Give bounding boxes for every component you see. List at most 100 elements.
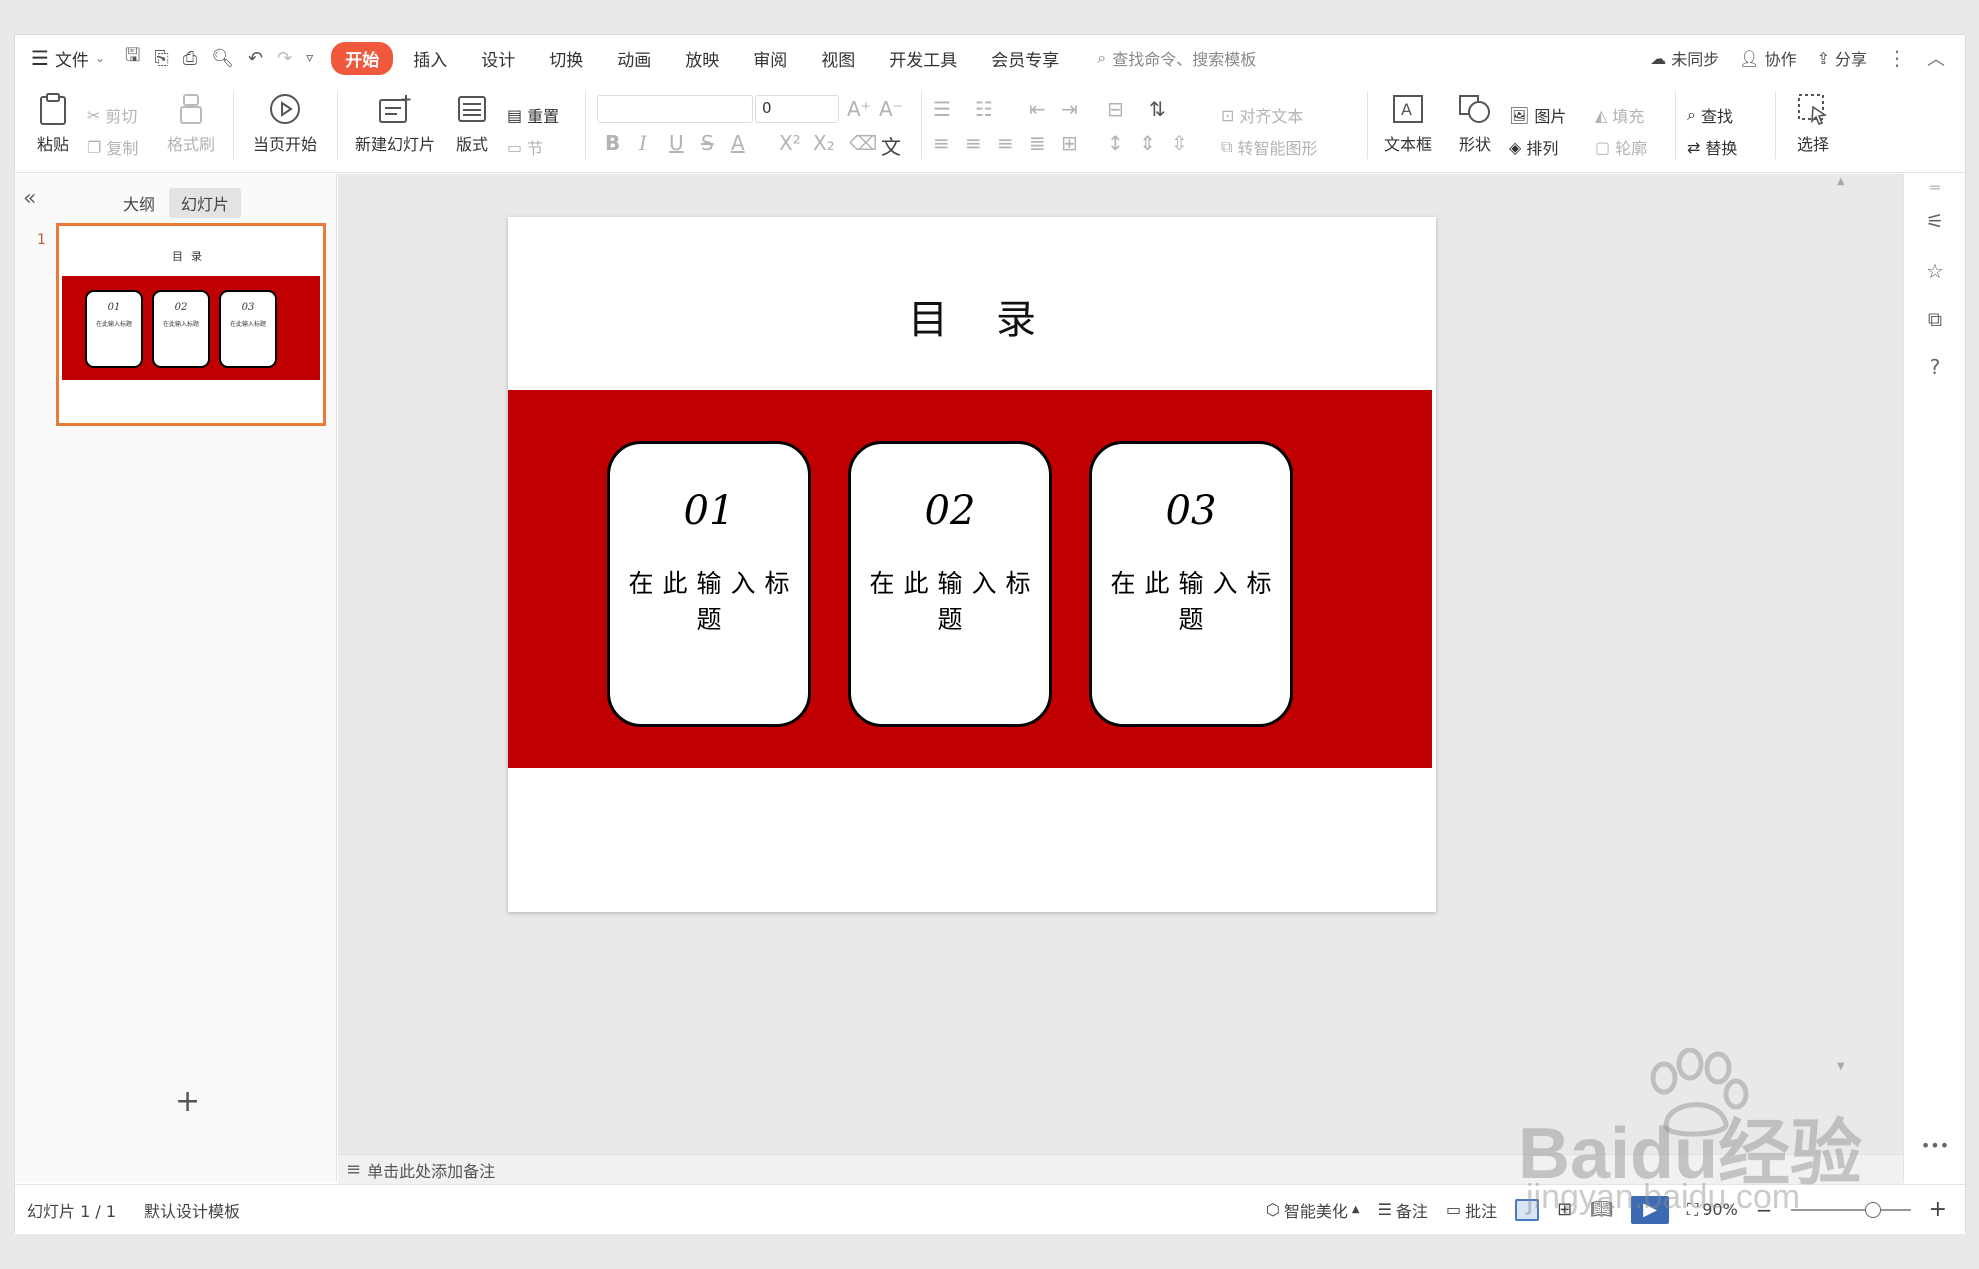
help-icon[interactable]: ? bbox=[1922, 354, 1948, 380]
copy-button[interactable]: ❐ 复制 bbox=[87, 135, 138, 159]
save-icon[interactable]: 🖫 bbox=[125, 43, 140, 73]
outline-button[interactable]: ▢ 轮廓 bbox=[1595, 135, 1647, 159]
cut-button[interactable]: ✂ 剪切 bbox=[87, 103, 137, 127]
notes-toggle-label: 备注 bbox=[1395, 1201, 1428, 1221]
tab-design[interactable]: 设计 bbox=[467, 42, 529, 75]
paragraph-spacing-icon[interactable]: ⇕ bbox=[1139, 131, 1156, 155]
more-vertical-icon[interactable]: ⋮ bbox=[1887, 46, 1907, 70]
align-text-button[interactable]: ⊡ 对齐文本 bbox=[1221, 103, 1303, 127]
tab-transitions[interactable]: 切换 bbox=[535, 42, 597, 75]
svg-text:A: A bbox=[1401, 100, 1412, 119]
star-icon[interactable]: ☆ bbox=[1922, 258, 1948, 284]
tab-slideshow[interactable]: 放映 bbox=[671, 42, 733, 75]
toc-card-3[interactable]: 03 在此输入标题 bbox=[1089, 441, 1293, 727]
print-icon[interactable]: ⎙ bbox=[183, 48, 197, 69]
print-preview-icon[interactable]: 🔍︎ bbox=[211, 48, 234, 69]
toc-card-1[interactable]: 01 在此输入标题 bbox=[607, 441, 811, 727]
notes-toggle-button[interactable]: ☰ 备注 bbox=[1378, 1198, 1428, 1222]
layout-button[interactable]: 版式 bbox=[447, 81, 497, 167]
font-family-select[interactable] bbox=[597, 95, 753, 123]
slide[interactable]: 目录 01 在此输入标题 02 在此输入标题 03 在此输入标题 bbox=[508, 217, 1436, 912]
textbox-button[interactable]: A 文本框 bbox=[1377, 81, 1439, 167]
sync-button[interactable]: ☁ 未同步 bbox=[1650, 46, 1719, 70]
transition-icon[interactable]: ⧉ bbox=[1922, 306, 1948, 332]
align-right-icon[interactable]: ≡ bbox=[997, 131, 1014, 155]
right-task-pane-bar: ═ ⚟ ☆ ⧉ ? ••• bbox=[1903, 174, 1965, 1182]
column-spacing-icon[interactable]: ⇳ bbox=[1171, 131, 1188, 155]
customize-toolbar-icon[interactable]: ▿ bbox=[306, 50, 313, 66]
phonetic-guide-icon[interactable]: 文 bbox=[881, 131, 901, 160]
font-size-select[interactable]: 0 bbox=[755, 95, 839, 123]
paste-button[interactable]: 粘贴 bbox=[27, 81, 79, 167]
file-menu[interactable]: ☰ 文件 ⌄ bbox=[15, 46, 115, 71]
sort-icon[interactable]: ⇅ bbox=[1149, 97, 1166, 121]
section-button[interactable]: ▭ 节 bbox=[507, 135, 543, 159]
tab-animations[interactable]: 动画 bbox=[603, 42, 665, 75]
smartart-button[interactable]: ⧉ 转智能图形 bbox=[1221, 135, 1317, 159]
increase-font-icon[interactable]: A⁺ bbox=[847, 97, 871, 121]
numbered-list-icon[interactable]: ☷ bbox=[975, 97, 993, 121]
ribbon-separator bbox=[337, 91, 338, 159]
clear-format-icon[interactable]: ⌫ bbox=[849, 131, 877, 155]
tab-home[interactable]: 开始 bbox=[331, 41, 394, 75]
arrange-button[interactable]: ◈ 排列 bbox=[1509, 135, 1558, 159]
select-button[interactable]: 选择 bbox=[1785, 81, 1841, 167]
select-label: 选择 bbox=[1796, 135, 1829, 154]
format-painter-button[interactable]: 格式刷 bbox=[161, 81, 221, 167]
toc-card-2[interactable]: 02 在此输入标题 bbox=[848, 441, 1052, 727]
smart-beautify-button[interactable]: ⬡ 智能美化 ▲ bbox=[1266, 1198, 1360, 1222]
slide-thumbnail[interactable]: 目录 01 在此输入标题 02 在此输入标题 03 在此输入标题 bbox=[56, 223, 326, 426]
comment-button[interactable]: ▭ 批注 bbox=[1446, 1198, 1497, 1222]
export-pdf-icon[interactable]: ⎘ bbox=[154, 48, 168, 69]
distribute-icon[interactable]: ⊞ bbox=[1061, 131, 1078, 155]
collaborate-button[interactable]: 👤︎ 协作 bbox=[1739, 46, 1796, 70]
decrease-indent-icon[interactable]: ⇤ bbox=[1029, 97, 1046, 121]
collapse-ribbon-icon[interactable]: ︿ bbox=[1927, 45, 1945, 71]
design-template-name[interactable]: 默认设计模板 bbox=[144, 1198, 240, 1222]
bullet-list-icon[interactable]: ☰ bbox=[933, 97, 951, 121]
slide-title[interactable]: 目录 bbox=[508, 287, 1436, 345]
add-slide-plus-icon[interactable]: + bbox=[175, 1084, 200, 1119]
increase-indent-icon[interactable]: ⇥ bbox=[1061, 97, 1078, 121]
search-placeholder: 查找命令、搜索模板 bbox=[1112, 50, 1257, 69]
reset-button[interactable]: ▤ 重置 bbox=[507, 103, 559, 127]
outline-icon: ▢ bbox=[1595, 137, 1611, 157]
tab-developer[interactable]: 开发工具 bbox=[875, 42, 971, 75]
section-icon: ▭ bbox=[507, 137, 523, 157]
command-search[interactable]: ⌕ 查找命令、搜索模板 bbox=[1097, 46, 1256, 70]
bold-icon[interactable]: B bbox=[605, 131, 620, 155]
tab-slides[interactable]: 幻灯片 bbox=[169, 188, 242, 218]
undo-icon[interactable]: ↶ bbox=[248, 48, 263, 69]
subscript-icon[interactable]: X₂ bbox=[813, 131, 835, 155]
justify-icon[interactable]: ≣ bbox=[1029, 131, 1046, 155]
tab-view[interactable]: 视图 bbox=[807, 42, 869, 75]
new-slide-button[interactable]: 新建幻灯片 bbox=[347, 81, 443, 167]
collapse-pane-icon[interactable]: « bbox=[23, 186, 36, 211]
picture-button[interactable]: 🖼︎ 图片 bbox=[1509, 103, 1566, 127]
text-direction-icon[interactable]: ⊟ bbox=[1107, 97, 1124, 121]
replace-button[interactable]: ⇄ 替换 bbox=[1687, 135, 1737, 159]
tab-review[interactable]: 审阅 bbox=[739, 42, 801, 75]
redo-icon[interactable]: ↷ bbox=[277, 48, 292, 69]
find-button[interactable]: ⌕ 查找 bbox=[1687, 103, 1733, 127]
tab-outline[interactable]: 大纲 bbox=[111, 188, 167, 218]
align-left-icon[interactable]: ≡ bbox=[933, 131, 950, 155]
align-center-icon[interactable]: ≡ bbox=[965, 131, 982, 155]
pane-grip-icon[interactable]: ═ bbox=[1922, 174, 1948, 200]
superscript-icon[interactable]: X² bbox=[779, 131, 801, 155]
fill-button[interactable]: ◭ 填充 bbox=[1595, 103, 1644, 127]
decrease-font-icon[interactable]: A⁻ bbox=[879, 97, 903, 121]
font-color-icon[interactable]: A bbox=[731, 131, 745, 155]
line-spacing-icon[interactable]: ↕ bbox=[1107, 131, 1124, 155]
tab-insert[interactable]: 插入 bbox=[399, 42, 461, 75]
italic-icon[interactable]: I bbox=[639, 131, 647, 155]
vertical-scrollbar[interactable]: ▲ ▼ bbox=[1834, 174, 1850, 1074]
properties-icon[interactable]: ⚟ bbox=[1922, 208, 1948, 234]
underline-icon[interactable]: U bbox=[669, 131, 684, 155]
strikethrough-icon[interactable]: S bbox=[701, 131, 714, 155]
shape-button[interactable]: 形状 bbox=[1447, 81, 1503, 167]
tab-member[interactable]: 会员专享 bbox=[977, 42, 1073, 75]
scroll-up-arrow-icon[interactable]: ▲ bbox=[1837, 176, 1845, 187]
share-button[interactable]: ⇪ 分享 bbox=[1817, 46, 1867, 70]
play-from-current-button[interactable]: 当页开始 bbox=[243, 81, 327, 167]
